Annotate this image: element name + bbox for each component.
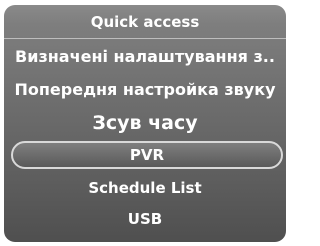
menu-item-pvr[interactable]: PVR — [11, 141, 283, 169]
menu-item-time-shift[interactable]: Зсув часу — [4, 106, 286, 139]
menu-item-usb[interactable]: USB — [4, 203, 286, 234]
menu-item-sound-preset[interactable]: Попередня настройка звуку — [4, 73, 286, 106]
menu-item-preset-settings[interactable]: Визначені налаштування з.. — [4, 40, 286, 73]
quick-access-menu: Quick access Визначені налаштування з.. … — [4, 5, 286, 242]
menu-item-schedule-list[interactable]: Schedule List — [4, 172, 286, 203]
menu-title: Quick access — [4, 5, 286, 39]
menu-list: Визначені налаштування з.. Попередня нас… — [4, 40, 286, 234]
